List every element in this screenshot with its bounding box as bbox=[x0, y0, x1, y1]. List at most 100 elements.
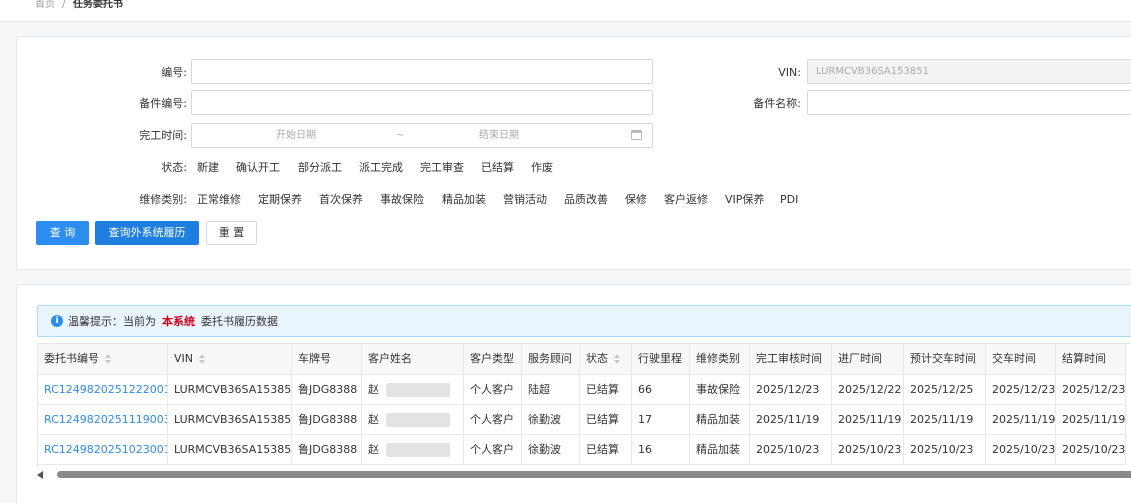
history-table: 委托书编号 VIN 车牌号 客户姓名 客户类型 服务顾问 状态 行驶里程 维修类别 完工审核时间 进… bbox=[37, 343, 1131, 468]
sort-icon[interactable] bbox=[105, 354, 111, 364]
cell-col-entry-time: 2025/12/22 bbox=[832, 375, 904, 405]
cell-col-wts-number[interactable]: RC12498202512220015 bbox=[38, 375, 168, 405]
cell-text: 16 bbox=[638, 443, 652, 456]
part-name-input[interactable] bbox=[807, 90, 1131, 115]
cell-text: 事故保险 bbox=[696, 383, 740, 396]
cell-text: 2025/10/23 bbox=[1062, 443, 1126, 456]
cell-text: 2025/10/23 bbox=[910, 443, 974, 456]
cell-col-est-delivery: 2025/11/19 bbox=[904, 405, 986, 435]
header-col-wts-number[interactable]: 委托书编号 bbox=[38, 344, 168, 375]
query-button[interactable]: 查 询 bbox=[36, 221, 89, 245]
cell-col-customer-type: 个人客户 bbox=[464, 375, 522, 405]
number-input[interactable] bbox=[191, 59, 653, 84]
scrollbar-thumb[interactable] bbox=[57, 471, 1131, 478]
tip-alert: i 温馨提示：当前为 本系统 委托书履历数据 bbox=[37, 305, 1131, 337]
calendar-icon[interactable] bbox=[631, 130, 642, 140]
repair-option-periodic[interactable]: 定期保养 bbox=[258, 192, 302, 208]
header-label: 客户类型 bbox=[470, 352, 514, 365]
header-label: 进厂时间 bbox=[838, 352, 882, 365]
cell-text: 2025/12/23 bbox=[756, 383, 820, 396]
repair-option-accident[interactable]: 事故保险 bbox=[380, 192, 424, 208]
cell-text: 2025/12/23 bbox=[992, 383, 1056, 396]
header-col-delivery-time: 交车时间 bbox=[986, 344, 1056, 375]
cell-text: 鲁JDG8388 bbox=[298, 443, 358, 456]
cell-text: 2025/11/19 bbox=[756, 413, 820, 426]
cell-text: 赵 bbox=[368, 443, 379, 456]
header-col-review-time: 完工审核时间 bbox=[750, 344, 832, 375]
cell-text: 已结算 bbox=[586, 443, 619, 456]
status-option-completion-review[interactable]: 完工审查 bbox=[420, 160, 464, 176]
status-option-confirm-start[interactable]: 确认开工 bbox=[236, 160, 280, 176]
cell-col-entry-time: 2025/11/19 bbox=[832, 405, 904, 435]
repair-option-marketing[interactable]: 营销活动 bbox=[503, 192, 547, 208]
status-option-dispatch-complete[interactable]: 派工完成 bbox=[359, 160, 403, 176]
start-date-placeholder[interactable]: 开始日期 bbox=[276, 129, 316, 143]
cell-col-review-time: 2025/12/23 bbox=[750, 375, 832, 405]
sort-icon[interactable] bbox=[199, 354, 205, 364]
end-date-placeholder[interactable]: 结束日期 bbox=[479, 129, 519, 143]
cell-text: 赵 bbox=[368, 383, 379, 396]
header-label: 预计交车时间 bbox=[910, 352, 976, 365]
cell-col-mileage: 16 bbox=[632, 435, 690, 465]
masked-name-blur bbox=[386, 383, 450, 397]
cell-text: 个人客户 bbox=[470, 443, 514, 456]
table-row[interactable] bbox=[38, 435, 39, 465]
horizontal-scrollbar[interactable] bbox=[37, 470, 1131, 479]
cell-col-wts-number[interactable]: RC12498202511190031 bbox=[38, 405, 168, 435]
status-option-partial-dispatch[interactable]: 部分派工 bbox=[298, 160, 342, 176]
cell-text: 个人客户 bbox=[470, 413, 514, 426]
status-option-new[interactable]: 新建 bbox=[197, 160, 219, 176]
part-number-input[interactable] bbox=[191, 90, 653, 115]
breadcrumb-home[interactable]: 首页 bbox=[35, 0, 55, 12]
cell-col-customer-type: 个人客户 bbox=[464, 405, 522, 435]
header-col-entry-time: 进厂时间 bbox=[832, 344, 904, 375]
table-row[interactable] bbox=[38, 405, 39, 435]
breadcrumb-current: 任务委托书 bbox=[73, 0, 123, 10]
cell-text: 鲁JDG8388 bbox=[298, 383, 358, 396]
cell-col-mileage: 66 bbox=[632, 375, 690, 405]
reset-button[interactable]: 重 置 bbox=[206, 221, 257, 245]
table-row[interactable] bbox=[38, 375, 39, 405]
repair-option-customer-return[interactable]: 客户返修 bbox=[664, 192, 708, 208]
cell-text: 徐勤波 bbox=[528, 443, 561, 456]
status-option-settled[interactable]: 已结算 bbox=[481, 160, 514, 176]
header-col-vin[interactable]: VIN bbox=[168, 344, 292, 375]
finish-date-range-picker[interactable]: 开始日期 ~ 结束日期 bbox=[191, 123, 653, 148]
repair-option-pdi[interactable]: PDI bbox=[780, 192, 798, 208]
repair-option-quality[interactable]: 品质改善 bbox=[564, 192, 608, 208]
status-option-void[interactable]: 作废 bbox=[531, 160, 553, 176]
header-label: 交车时间 bbox=[992, 352, 1036, 365]
wts-number-link[interactable]: RC12498202511190031 bbox=[44, 413, 167, 426]
cell-text: LURMCVB36SA153851 bbox=[174, 443, 292, 456]
repair-option-normal[interactable]: 正常维修 bbox=[197, 192, 241, 208]
tip-highlight: 本系统 bbox=[162, 315, 195, 328]
cell-col-advisor: 徐勤波 bbox=[522, 435, 580, 465]
query-external-history-button[interactable]: 查询外系统履历 bbox=[95, 221, 199, 245]
scroll-left-arrow-icon[interactable] bbox=[37, 471, 43, 479]
header-col-status[interactable]: 状态 bbox=[580, 344, 632, 375]
repair-option-vip[interactable]: VIP保养 bbox=[725, 192, 764, 208]
cell-col-review-time: 2025/10/23 bbox=[750, 435, 832, 465]
cell-text: 精品加装 bbox=[696, 413, 740, 426]
sort-icon[interactable] bbox=[614, 354, 620, 364]
cell-col-wts-number[interactable]: RC12498202510230013 bbox=[38, 435, 168, 465]
part-name-label: 备件名称: bbox=[753, 97, 801, 110]
cell-text: 2025/10/23 bbox=[756, 443, 820, 456]
header-label: 完工审核时间 bbox=[756, 352, 822, 365]
cell-text: 2025/11/19 bbox=[838, 413, 902, 426]
cell-col-plate: 鲁JDG8388 bbox=[292, 405, 362, 435]
breadcrumb: 首页 / 任务委托书 bbox=[0, 0, 1131, 22]
masked-name-blur bbox=[386, 413, 450, 427]
repair-option-warranty[interactable]: 保修 bbox=[625, 192, 647, 208]
repair-option-first[interactable]: 首次保养 bbox=[319, 192, 363, 208]
header-col-plate: 车牌号 bbox=[292, 344, 362, 375]
wts-number-link[interactable]: RC12498202512220015 bbox=[44, 383, 167, 396]
cell-col-mileage: 17 bbox=[632, 405, 690, 435]
repair-option-accessory[interactable]: 精品加装 bbox=[442, 192, 486, 208]
wts-number-link[interactable]: RC12498202510230013 bbox=[44, 443, 167, 456]
cell-text: 精品加装 bbox=[696, 443, 740, 456]
cell-col-settle-time: 2025/11/19 bbox=[1056, 405, 1126, 435]
results-panel: i 温馨提示：当前为 本系统 委托书履历数据 委托书编号 VIN 车牌号 客户姓名 客户… bbox=[16, 284, 1131, 503]
cell-col-repair-type: 事故保险 bbox=[690, 375, 750, 405]
cell-col-vin: LURMCVB36SA153851 bbox=[168, 405, 292, 435]
